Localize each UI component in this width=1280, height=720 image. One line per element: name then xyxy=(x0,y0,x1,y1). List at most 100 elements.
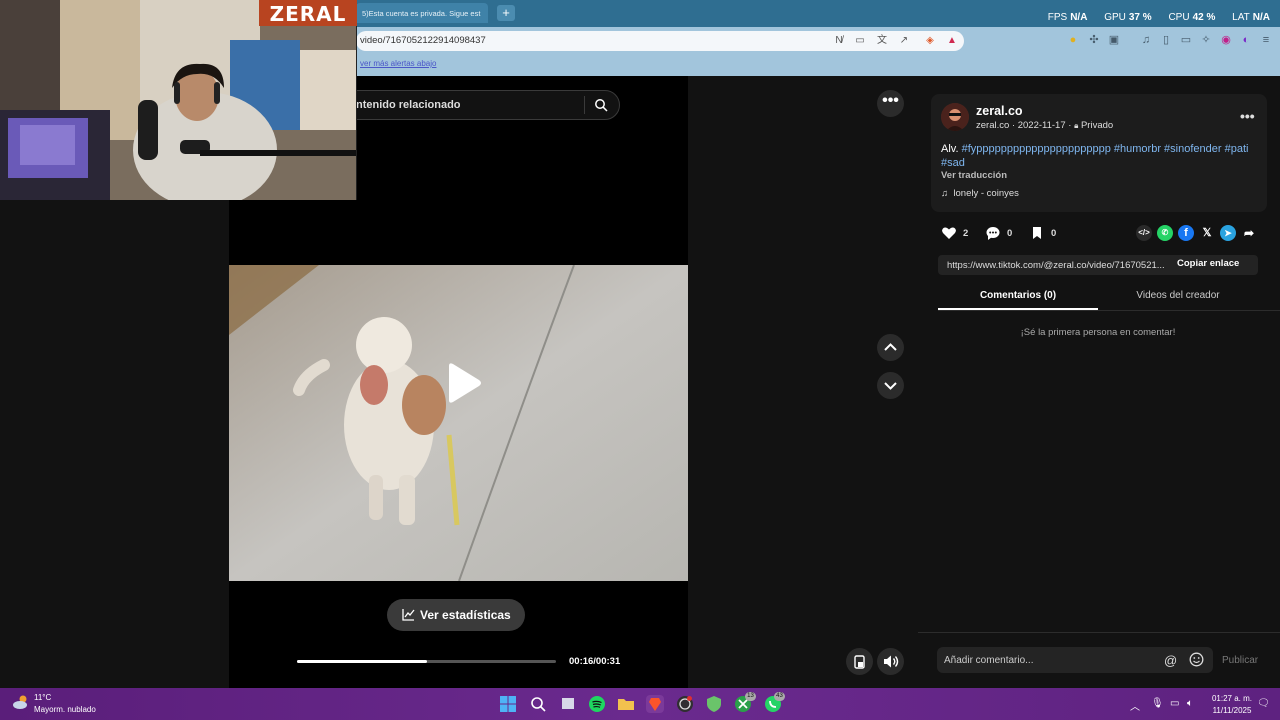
taskbar xyxy=(0,688,1280,720)
tab-comments[interactable]: Comentarios (0) xyxy=(938,290,1098,301)
windows-start-icon[interactable] xyxy=(499,695,517,713)
xbox-badge: 13 xyxy=(745,692,756,701)
volume-icon xyxy=(884,655,899,668)
avatar[interactable] xyxy=(941,103,969,131)
weather-icon[interactable] xyxy=(12,694,30,710)
whatsapp-badge: 43 xyxy=(774,692,785,701)
sidebar-icon[interactable]: ▯ xyxy=(1159,33,1173,47)
post-caption: Alv. #fypppppppppppppppppppppp #humorbr … xyxy=(941,142,1257,170)
new-tab-button[interactable]: + xyxy=(497,5,515,21)
post-meta: zeral.co · 2022-11-17 · 🔒︎ Privado xyxy=(976,120,1114,131)
search-placeholder: ntenido relacionado xyxy=(356,99,461,111)
comment-divider xyxy=(918,632,1280,633)
url-bar[interactable]: video/7167052122914098437 xyxy=(356,31,964,51)
search-icon[interactable] xyxy=(594,98,608,112)
privacy-label: Privado xyxy=(1080,120,1114,131)
cpu-stat: CPU 42 % xyxy=(1168,12,1216,23)
wallet-icon[interactable]: ▭ xyxy=(1179,33,1193,47)
fps-stat: FPS N/A xyxy=(1047,12,1088,23)
copy-link-button[interactable]: Copiar enlace xyxy=(1177,258,1239,269)
hashtag[interactable]: #sad xyxy=(941,157,965,169)
volume-button[interactable] xyxy=(877,648,904,675)
publish-button[interactable]: Publicar xyxy=(1222,655,1258,666)
username[interactable]: zeral.co xyxy=(976,104,1023,118)
tab-divider xyxy=(938,310,1280,311)
reader-off-icon[interactable]: N̸ xyxy=(832,34,846,48)
clock-time[interactable]: 01:27 a. m. xyxy=(1210,694,1254,703)
whatsapp-icon[interactable]: ✆ xyxy=(1157,225,1173,241)
tray-chevron-icon[interactable]: ︿ xyxy=(1130,698,1140,713)
handle[interactable]: zeral.co xyxy=(976,120,1009,131)
telegram-icon[interactable]: ➤ xyxy=(1220,225,1236,241)
like-count: 2 xyxy=(963,228,969,239)
emoji-icon[interactable] xyxy=(1189,652,1204,667)
menu-icon[interactable]: ≡ xyxy=(1259,33,1273,47)
comment-icon[interactable] xyxy=(985,225,1001,241)
leo-icon[interactable]: ✧ xyxy=(1199,33,1213,47)
display-icon[interactable]: ▭ xyxy=(1170,698,1179,709)
empty-comments-message: ¡Sé la primera persona en comentar! xyxy=(1020,327,1176,338)
video-frame[interactable] xyxy=(229,265,688,581)
progress-fill xyxy=(297,660,427,663)
gpu-stat: GPU 37 % xyxy=(1104,12,1152,23)
bookmark-link[interactable]: ver más alertas abajo xyxy=(360,59,436,68)
cast-icon[interactable]: ▭ xyxy=(853,34,867,48)
hashtag[interactable]: #fypppppppppppppppppppppp xyxy=(962,143,1111,155)
heart-icon[interactable] xyxy=(941,225,957,241)
chart-icon xyxy=(402,609,415,621)
save-count: 0 xyxy=(1051,228,1057,239)
chevron-up-icon xyxy=(884,343,897,351)
extension-icon[interactable]: ● xyxy=(1066,33,1080,47)
webcam-feed-image xyxy=(0,0,356,200)
hashtag[interactable]: #pati xyxy=(1225,143,1249,155)
share-arrow-icon[interactable]: ➦ xyxy=(1241,225,1257,241)
file-explorer-icon[interactable] xyxy=(617,695,635,713)
music-info[interactable]: ♫ lonely - coinyes xyxy=(941,188,1019,199)
more-options-button[interactable]: ••• xyxy=(877,90,904,117)
bookmark-icon[interactable] xyxy=(1029,225,1045,241)
profile-icon[interactable]: ◐ xyxy=(1239,33,1253,47)
obs-icon[interactable] xyxy=(676,695,694,713)
puzzle-icon[interactable]: ✣ xyxy=(1087,33,1101,47)
previous-video-button[interactable] xyxy=(877,334,904,361)
notifications-icon[interactable]: 🗨︎ xyxy=(1257,698,1270,709)
video-link[interactable]: https://www.tiktok.com/@zeral.co/video/7… xyxy=(947,260,1171,271)
facebook-icon[interactable]: f xyxy=(1178,225,1194,241)
share-icon[interactable]: ↗ xyxy=(897,34,911,48)
mention-icon[interactable]: @ xyxy=(1164,653,1177,668)
vpn-app-icon[interactable] xyxy=(705,695,723,713)
performance-overlay: FPS N/A GPU 37 % CPU 42 % LAT N/A xyxy=(1034,12,1270,23)
taskbar-search-icon[interactable] xyxy=(529,695,547,713)
post-more-icon[interactable]: ••• xyxy=(1240,108,1255,124)
pip-button[interactable] xyxy=(846,648,873,675)
brave-shield-icon[interactable]: ◈ xyxy=(923,34,937,48)
translate-link[interactable]: Ver traducción xyxy=(941,170,1007,181)
pip-icon xyxy=(854,655,865,669)
speaker-icon[interactable]: 🔈︎ xyxy=(1187,698,1193,709)
embed-icon[interactable]: </> xyxy=(1136,225,1152,241)
rewards-icon[interactable]: ▲ xyxy=(945,34,959,48)
brave-browser-icon[interactable] xyxy=(646,695,664,713)
spotify-icon[interactable] xyxy=(588,695,606,713)
music-icon[interactable]: ♫ xyxy=(1139,33,1153,47)
screenshot-icon[interactable]: ▣ xyxy=(1107,33,1121,47)
vpn-icon[interactable]: ◉ xyxy=(1219,33,1233,47)
temperature: 11°C xyxy=(34,693,52,702)
video-time: 00:16/00:31 xyxy=(569,656,621,667)
play-icon[interactable] xyxy=(443,362,483,404)
video-thumbnail-image xyxy=(229,265,688,581)
next-video-button[interactable] xyxy=(877,372,904,399)
caption-text: Alv. xyxy=(941,143,962,155)
comment-count: 0 xyxy=(1007,228,1013,239)
music-note-icon: ♫ xyxy=(941,188,949,199)
clock-date[interactable]: 11/11/2025 xyxy=(1210,706,1254,715)
x-icon[interactable]: 𝕏 xyxy=(1199,225,1215,241)
microphone-icon[interactable]: 🎙︎ xyxy=(1151,698,1164,709)
hashtag[interactable]: #humorbr xyxy=(1114,143,1161,155)
translate-icon[interactable]: 文 xyxy=(875,34,889,48)
hashtag[interactable]: #sinofender xyxy=(1164,143,1222,155)
tab-creator-videos[interactable]: Videos del creador xyxy=(1098,290,1258,301)
music-title: lonely - coinyes xyxy=(953,188,1019,199)
browser-tab[interactable]: 5)Esta cuenta es privada. Sigue est xyxy=(356,3,488,23)
task-view-icon[interactable] xyxy=(559,695,577,713)
